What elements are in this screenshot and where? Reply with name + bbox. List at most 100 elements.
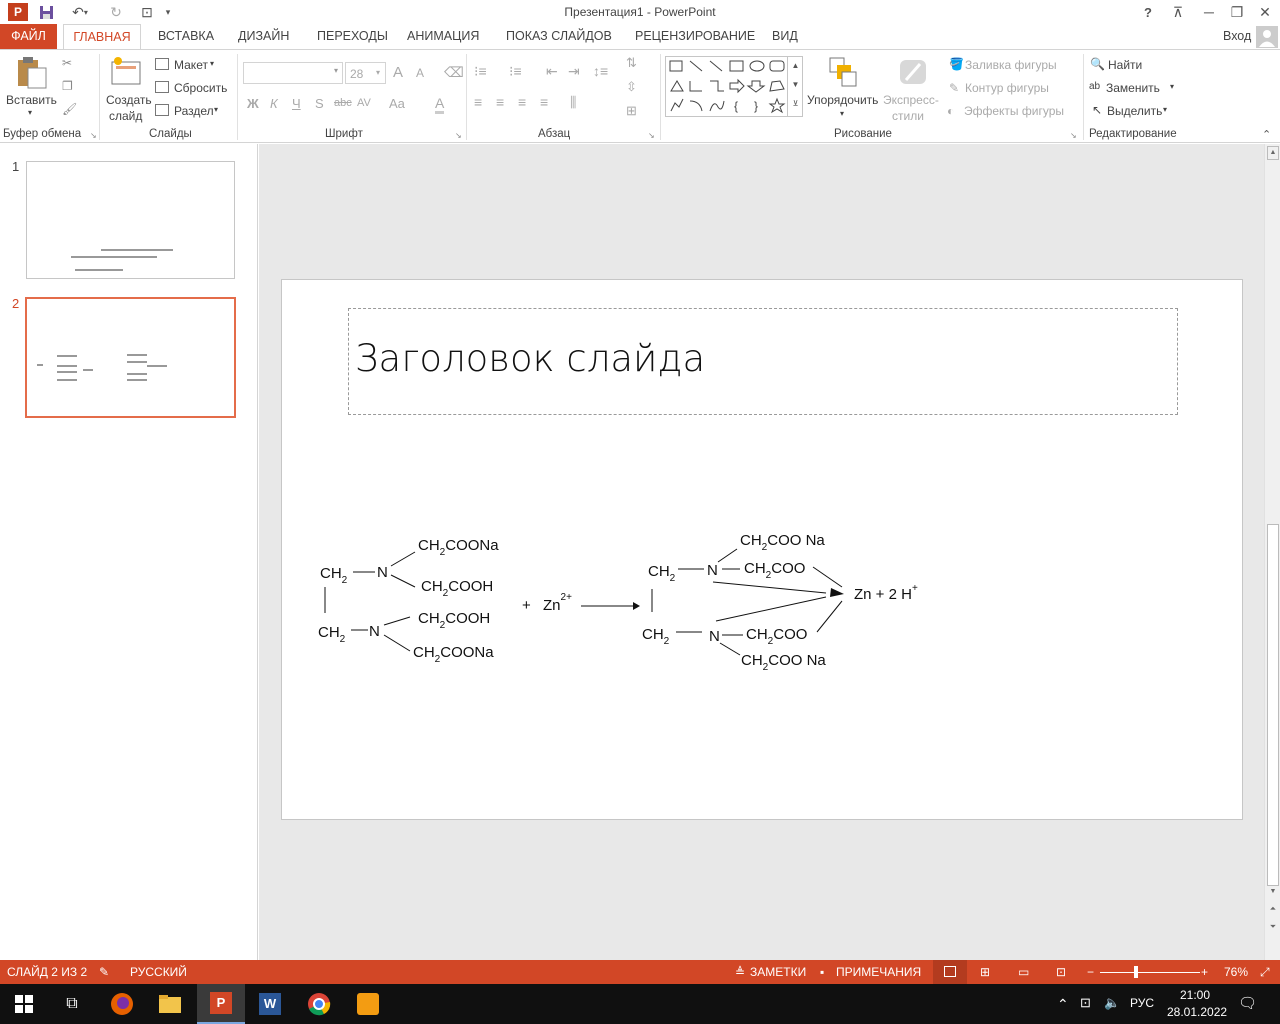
smartart-icon[interactable]: ⊞ [626, 103, 637, 119]
notes-button[interactable]: ЗАМЕТКИ [750, 965, 806, 979]
shape-fill-button[interactable]: Заливка фигуры [965, 58, 1057, 72]
slide-title[interactable]: Заголовок слайда [355, 337, 705, 380]
tab-review[interactable]: РЕЦЕНЗИРОВАНИЕ [635, 29, 755, 43]
shape-effects-button[interactable]: Эффекты фигуры [964, 104, 1064, 118]
tab-animation[interactable]: АНИМАЦИЯ [407, 29, 479, 43]
shape-outline-button[interactable]: Контур фигуры [965, 81, 1049, 95]
restore-button[interactable]: ❐ [1226, 2, 1248, 22]
tab-view[interactable]: ВИД [772, 29, 798, 43]
strikethrough-button[interactable]: abc [334, 97, 352, 109]
sign-in-link[interactable]: Вход [1223, 29, 1251, 43]
italic-button[interactable]: К [270, 96, 278, 111]
tab-design[interactable]: ДИЗАЙН [238, 29, 289, 43]
paragraph-launcher-icon[interactable]: ↘ [648, 131, 655, 140]
new-slide-icon[interactable] [110, 56, 144, 91]
line-spacing-icon[interactable]: ↕≡ [593, 63, 608, 79]
copy-icon[interactable]: ❐ [62, 79, 73, 93]
tab-home[interactable]: ГЛАВНАЯ [63, 24, 141, 50]
numbering-icon[interactable]: ⁝≡ [509, 63, 522, 80]
shrink-font-icon[interactable]: A [416, 66, 424, 80]
reset-button[interactable]: Сбросить [174, 81, 227, 95]
ribbon-display-icon[interactable]: ⊼ [1168, 2, 1188, 22]
font-size-dropdown-icon[interactable]: ▾ [376, 68, 380, 77]
slide-thumbnail-1[interactable] [26, 161, 235, 279]
cut-icon[interactable]: ✂ [62, 56, 72, 70]
language-indicator[interactable]: РУССКИЙ [130, 965, 187, 979]
clear-formatting-icon[interactable]: ⌫ [444, 64, 464, 81]
align-left-icon[interactable]: ≡ [474, 94, 482, 110]
clock-date[interactable]: 28.01.2022 [1167, 1005, 1227, 1019]
character-spacing-button[interactable]: AV [357, 97, 371, 109]
section-dropdown-icon[interactable]: ▾ [214, 105, 218, 114]
section-button[interactable]: Раздел [174, 104, 214, 118]
drawing-launcher-icon[interactable]: ↘ [1070, 131, 1077, 140]
font-color-button[interactable]: A [435, 95, 445, 114]
scroll-up-icon[interactable]: ▲ [1267, 146, 1279, 160]
increase-indent-icon[interactable]: ⇥ [568, 63, 580, 80]
underline-button[interactable]: Ч [292, 96, 301, 111]
minimize-button[interactable]: ─ [1198, 2, 1220, 22]
select-dropdown-icon[interactable]: ▾ [1163, 105, 1167, 114]
next-slide-icon[interactable]: ⏷ [1267, 922, 1279, 936]
format-painter-icon[interactable]: 🖌 [62, 102, 77, 116]
arrange-dropdown-icon[interactable]: ▾ [840, 109, 844, 118]
title-placeholder[interactable]: Заголовок слайда [348, 308, 1178, 415]
zoom-level[interactable]: 76% [1224, 965, 1248, 979]
zoom-slider-track[interactable] [1100, 972, 1200, 973]
quick-styles-label-1[interactable]: Экспресс- [883, 93, 939, 107]
collapse-ribbon-icon[interactable]: ⌃ [1262, 128, 1271, 141]
find-button[interactable]: Найти [1108, 58, 1142, 72]
change-case-button[interactable]: Aa [389, 96, 405, 111]
text-direction-icon[interactable]: ⇅ [626, 55, 637, 71]
paste-icon[interactable] [14, 56, 48, 93]
justify-icon[interactable]: ≡ [540, 94, 548, 110]
help-button[interactable]: ? [1140, 2, 1156, 22]
shapes-gallery[interactable]: {} [665, 56, 803, 117]
previous-slide-icon[interactable]: ⏶ [1267, 904, 1279, 918]
font-launcher-icon[interactable]: ↘ [455, 131, 462, 140]
shapes-scroll-icon[interactable]: ▲ ▼ ⊻ [787, 56, 803, 117]
chemical-equation[interactable]: CH2 N CH2COONa CH2COOH CH2 N CH2COOH CH2… [300, 525, 940, 675]
new-slide-label-2[interactable]: слайд [109, 109, 142, 123]
fit-to-window-icon[interactable]: ⤢ [1260, 965, 1270, 980]
slide-sorter-icon[interactable]: ⊞ [980, 965, 990, 979]
comments-button[interactable]: ПРИМЕЧАНИЯ [836, 965, 921, 979]
zoom-slider-thumb[interactable] [1134, 966, 1138, 978]
volume-icon[interactable]: 🔈 [1104, 995, 1120, 1011]
tab-transitions[interactable]: ПЕРЕХОДЫ [317, 29, 388, 43]
align-text-icon[interactable]: ⇳ [626, 79, 637, 95]
chrome-icon[interactable] [295, 984, 343, 1024]
task-view-icon[interactable]: ⧉ [48, 984, 96, 1024]
word-icon[interactable]: W [246, 984, 294, 1024]
close-button[interactable]: ✕ [1254, 2, 1276, 22]
scroll-down-icon[interactable]: ▼ [1267, 888, 1279, 900]
quick-styles-label-2[interactable]: стили [892, 109, 924, 123]
replace-button[interactable]: Заменить [1106, 81, 1160, 95]
tab-slideshow[interactable]: ПОКАЗ СЛАЙДОВ [506, 29, 612, 43]
scrollbar-thumb[interactable] [1267, 524, 1279, 886]
quick-styles-icon[interactable] [898, 56, 928, 91]
input-language[interactable]: РУС [1130, 996, 1154, 1010]
network-icon[interactable]: ⊡ [1080, 995, 1091, 1011]
avatar-icon[interactable] [1256, 26, 1278, 48]
normal-view-button[interactable] [933, 960, 967, 984]
shadow-button[interactable]: S [315, 96, 324, 111]
paste-dropdown-icon[interactable]: ▾ [28, 108, 32, 117]
vertical-scrollbar[interactable]: ▲ ▼ ⏶ ⏷ [1264, 144, 1280, 960]
font-family-input[interactable] [243, 62, 343, 84]
grow-font-icon[interactable]: A [393, 64, 403, 81]
zoom-out-button[interactable]: − [1087, 965, 1094, 979]
arrange-icon[interactable] [828, 56, 858, 91]
select-button[interactable]: Выделить [1107, 104, 1162, 118]
tab-file[interactable]: ФАЙЛ [0, 24, 57, 49]
clock-time[interactable]: 21:00 [1180, 988, 1210, 1002]
start-button[interactable] [0, 984, 48, 1024]
slide-thumbnail-2[interactable] [25, 297, 236, 418]
tab-insert[interactable]: ВСТАВКА [158, 29, 214, 43]
spell-check-icon[interactable]: ✎ [99, 965, 109, 979]
zoom-in-button[interactable]: + [1201, 965, 1208, 979]
layout-button[interactable]: Макет [174, 58, 208, 72]
powerpoint-taskbar-icon[interactable]: P [197, 984, 245, 1024]
align-right-icon[interactable]: ≡ [518, 94, 526, 110]
reading-view-icon[interactable]: ▭ [1018, 965, 1029, 979]
